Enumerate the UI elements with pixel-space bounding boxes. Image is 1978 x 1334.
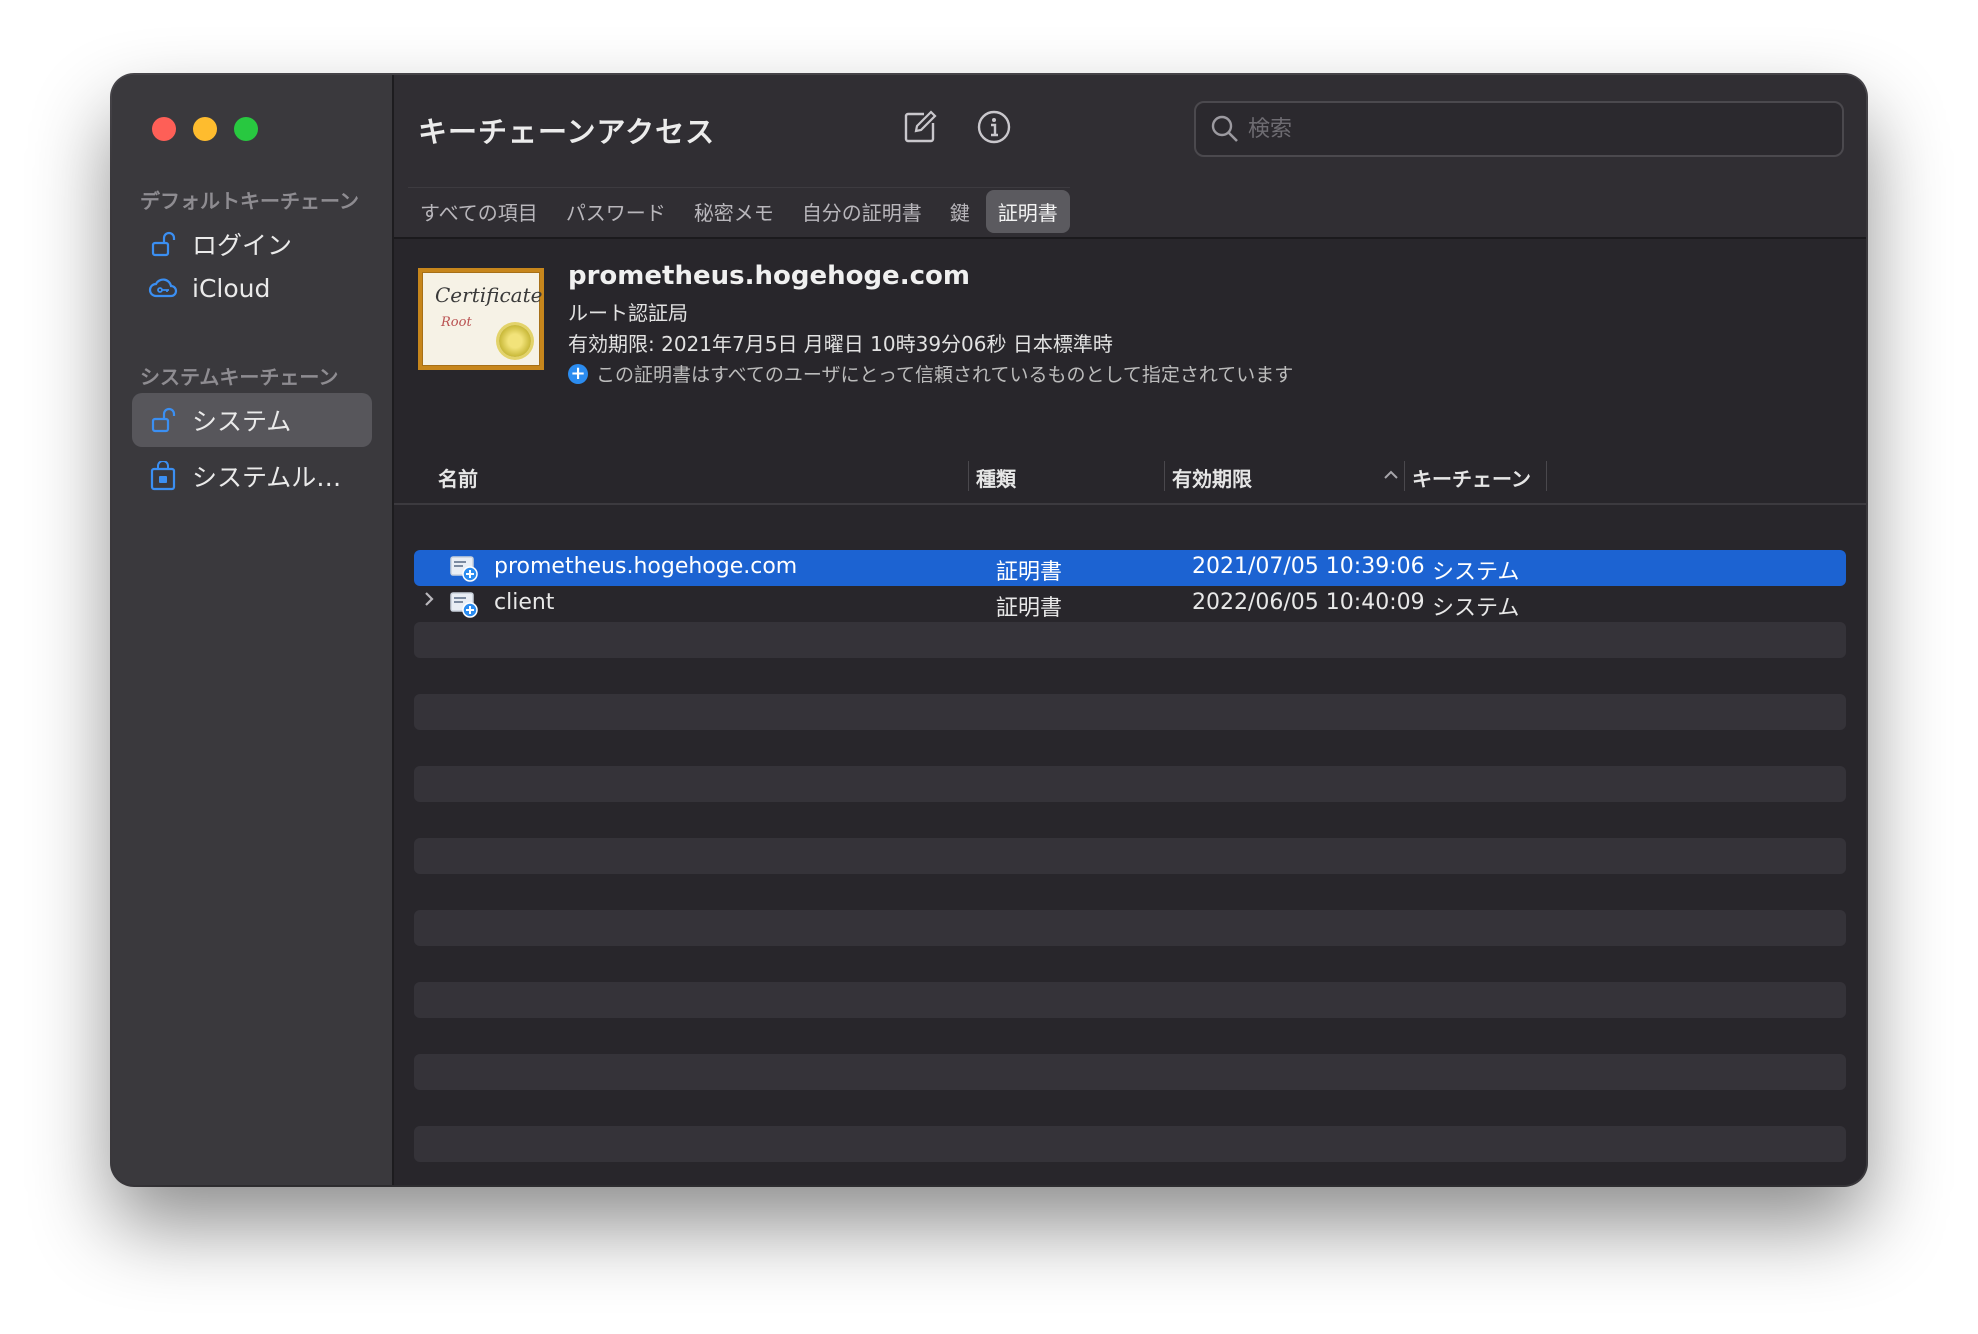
main-area: キーチェーンアクセス すべての項目 パスワード 秘密メ <box>394 75 1866 1185</box>
category-tabs: すべての項目 パスワード 秘密メモ 自分の証明書 鍵 証明書 <box>408 187 1070 233</box>
unlocked-padlock-icon <box>148 405 178 435</box>
keychain-window: デフォルトキーチェーン ログイン iCloud システムキーチェーン システム <box>112 75 1866 1185</box>
trust-text: この証明書はすべてのユーザにとって信頼されているものとして指定されています <box>596 364 1294 386</box>
certificate-name: prometheus.hogehoge.com <box>568 261 970 291</box>
empty-row <box>414 838 1846 874</box>
empty-row <box>414 874 1846 910</box>
empty-row <box>414 1126 1846 1162</box>
trusted-plus-icon: + <box>568 363 588 384</box>
unlocked-padlock-icon <box>148 229 178 259</box>
window-title: キーチェーンアクセス <box>418 115 716 149</box>
certificate-list: prometheus.hogehoge.com 証明書 2021/07/05 1… <box>414 550 1846 1162</box>
zoom-button[interactable] <box>234 117 258 141</box>
empty-row <box>414 1090 1846 1126</box>
toolbar: キーチェーンアクセス すべての項目 パスワード 秘密メ <box>394 75 1866 239</box>
empty-row <box>414 1018 1846 1054</box>
column-divider[interactable] <box>1404 461 1405 491</box>
sidebar-section-default: デフォルトキーチェーン <box>140 189 359 213</box>
row-name: client <box>494 590 555 615</box>
column-header-keychain[interactable]: キーチェーン <box>1412 463 1531 492</box>
empty-row <box>414 622 1846 658</box>
table-row[interactable]: client 証明書 2022/06/05 10:40:09 システム <box>414 586 1846 622</box>
sort-ascending-icon[interactable] <box>1382 467 1400 486</box>
search-field[interactable] <box>1194 101 1844 157</box>
tab-passwords[interactable]: パスワード <box>554 190 678 233</box>
disclosure-triangle-icon[interactable] <box>422 589 436 615</box>
empty-row <box>414 658 1846 694</box>
certificate-root-text: Root <box>441 315 472 330</box>
empty-row <box>414 730 1846 766</box>
table-header: 名前 種類 有効期限 キーチェーン <box>394 453 1866 505</box>
table-row[interactable]: prometheus.hogehoge.com 証明書 2021/07/05 1… <box>414 550 1846 586</box>
empty-row <box>414 982 1846 1018</box>
info-icon <box>976 109 1012 149</box>
empty-row <box>414 910 1846 946</box>
sidebar: デフォルトキーチェーン ログイン iCloud システムキーチェーン システム <box>112 75 394 1185</box>
empty-row <box>414 946 1846 982</box>
column-header-name[interactable]: 名前 <box>438 463 478 492</box>
row-name: prometheus.hogehoge.com <box>494 554 798 579</box>
row-kind: 証明書 <box>996 596 1063 621</box>
empty-row <box>414 766 1846 802</box>
sidebar-item-system-roots[interactable]: システムル… <box>132 449 372 503</box>
tab-keys[interactable]: 鍵 <box>938 190 982 233</box>
row-keychain: システム <box>1432 596 1520 621</box>
certificate-icon <box>450 590 478 618</box>
column-header-expires[interactable]: 有効期限 <box>1172 463 1252 492</box>
sidebar-item-icloud[interactable]: iCloud <box>132 261 372 315</box>
icloud-key-icon <box>148 273 178 303</box>
column-divider[interactable] <box>1164 461 1165 491</box>
row-kind: 証明書 <box>996 560 1063 585</box>
certificate-script-text: Certificate <box>435 283 543 307</box>
tab-my-certificates[interactable]: 自分の証明書 <box>790 190 934 233</box>
column-divider[interactable] <box>1546 461 1547 491</box>
empty-row <box>414 802 1846 838</box>
certificate-expiry: 有効期限: 2021年7月5日 月曜日 10時39分06秒 日本標準時 <box>568 332 1113 356</box>
tab-all-items[interactable]: すべての項目 <box>408 190 550 233</box>
sidebar-item-label: システムル… <box>192 463 342 492</box>
minimize-button[interactable] <box>193 117 217 141</box>
empty-row <box>414 694 1846 730</box>
sidebar-item-system[interactable]: システム <box>132 393 372 447</box>
locked-cabinet-icon <box>148 461 178 491</box>
tab-secure-notes[interactable]: 秘密メモ <box>682 190 786 233</box>
new-item-button[interactable] <box>898 107 942 151</box>
search-input[interactable] <box>1246 115 1810 143</box>
compose-icon <box>902 109 938 149</box>
row-expires: 2021/07/05 10:39:06 <box>1192 554 1425 579</box>
sidebar-section-system: システムキーチェーン <box>140 365 339 389</box>
window-controls <box>152 117 258 141</box>
sidebar-item-label: ログイン <box>192 231 293 260</box>
tab-certificates[interactable]: 証明書 <box>985 190 1070 233</box>
sidebar-item-label: システム <box>192 407 292 436</box>
search-icon <box>1210 114 1240 144</box>
column-divider[interactable] <box>968 461 969 491</box>
close-button[interactable] <box>152 117 176 141</box>
certificate-image: Certificate Root <box>418 268 544 370</box>
sidebar-item-label: iCloud <box>192 273 271 303</box>
certificate-icon <box>450 554 478 582</box>
empty-row <box>414 1054 1846 1090</box>
row-expires: 2022/06/05 10:40:09 <box>1192 590 1425 615</box>
certificate-type: ルート認証局 <box>568 301 688 325</box>
get-info-button[interactable] <box>972 107 1016 151</box>
certificate-trust-status: + この証明書はすべてのユーザにとって信頼されているものとして指定されています <box>568 360 1293 387</box>
row-keychain: システム <box>1432 560 1520 585</box>
column-header-kind[interactable]: 種類 <box>976 463 1016 492</box>
seal-icon <box>499 325 531 357</box>
